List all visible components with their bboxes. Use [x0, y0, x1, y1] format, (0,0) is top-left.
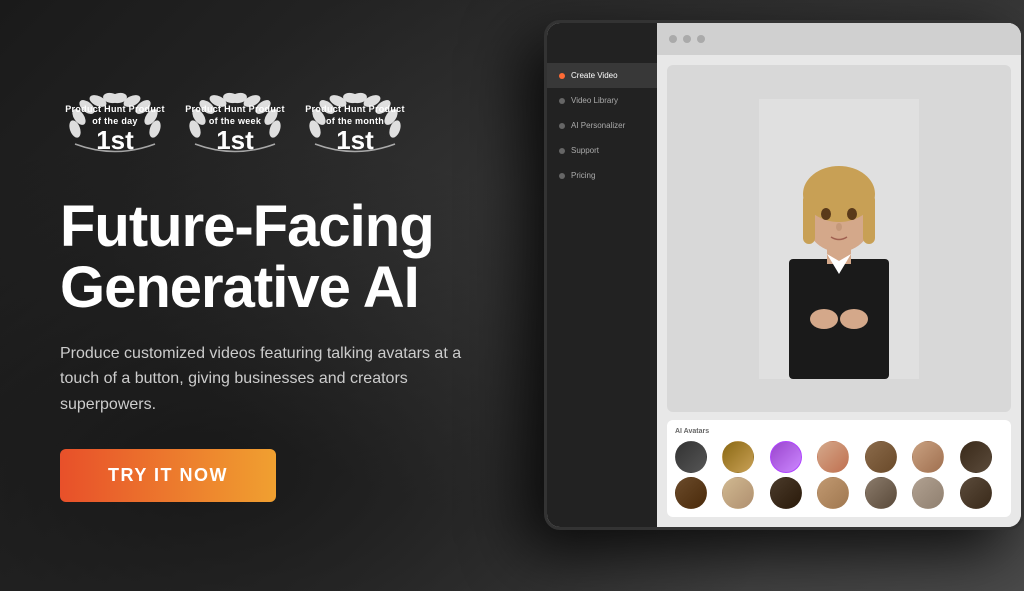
- badge-week-title: Product Hunt Product of the week: [185, 104, 285, 127]
- hero-subheadline: Produce customized videos featuring talk…: [60, 341, 500, 418]
- hero-section: Product Hunt Product of the day 1st: [0, 0, 1024, 591]
- badge-month-text: Product Hunt Product of the month 1st: [305, 104, 405, 153]
- avatar-thumb-6[interactable]: [912, 441, 944, 473]
- badge-day-rank: 1st: [65, 127, 165, 153]
- badge-month: Product Hunt Product of the month 1st: [300, 89, 410, 169]
- screen-inner: Create Video Video Library AI Personaliz…: [547, 23, 1021, 527]
- badge-day-text: Product Hunt Product of the day 1st: [65, 104, 165, 153]
- badge-week: Product Hunt Product of the week 1st: [180, 89, 290, 169]
- badge-week-text: Product Hunt Product of the week 1st: [185, 104, 285, 153]
- badge-month-rank: 1st: [305, 127, 405, 153]
- avatar-section-label: AI Avatars: [675, 428, 1003, 435]
- badge-day: Product Hunt Product of the day 1st: [60, 89, 170, 169]
- avatar-thumb-7[interactable]: [960, 441, 992, 473]
- app-mockup: Create Video Video Library AI Personaliz…: [524, 20, 1024, 580]
- avatar-grid[interactable]: [675, 441, 1003, 509]
- badge-week-rank: 1st: [185, 127, 285, 153]
- avatar-thumb-4[interactable]: [817, 441, 849, 473]
- top-bar-dot-3: [697, 35, 705, 43]
- laurel-wreath-day: Product Hunt Product of the day 1st: [65, 89, 165, 169]
- app-top-bar: [657, 23, 1021, 55]
- laurel-wreath-week: Product Hunt Product of the week 1st: [185, 89, 285, 169]
- badge-month-title: Product Hunt Product of the month: [305, 104, 405, 127]
- avatar-selection-panel: AI Avatars: [667, 420, 1011, 517]
- cta-button[interactable]: TRY IT NOW: [60, 449, 276, 502]
- avatar-display-area: [667, 65, 1011, 412]
- avatar-thumb-1[interactable]: [675, 441, 707, 473]
- headline-line2: Generative AI: [60, 255, 419, 320]
- avatar-thumb-14[interactable]: [960, 477, 992, 509]
- avatar-thumb-5[interactable]: [865, 441, 897, 473]
- top-bar-dot-2: [683, 35, 691, 43]
- app-content-area: AI Avatars: [657, 55, 1021, 527]
- avatar-thumb-3[interactable]: [770, 441, 802, 473]
- laptop-screen: Create Video Video Library AI Personaliz…: [524, 20, 1024, 560]
- laurel-wreath-month: Product Hunt Product of the month 1st: [305, 89, 405, 169]
- avatar-thumb-10[interactable]: [770, 477, 802, 509]
- left-content-panel: Product Hunt Product of the day 1st: [0, 49, 580, 543]
- avatar-thumb-12[interactable]: [865, 477, 897, 509]
- headline-line1: Future-Facing: [60, 194, 434, 259]
- avatar-thumb-9[interactable]: [722, 477, 754, 509]
- hero-headline: Future-Facing Generative AI: [60, 197, 520, 319]
- app-main-content: AI Avatars: [657, 23, 1021, 527]
- product-hunt-badges: Product Hunt Product of the day 1st: [60, 89, 520, 169]
- avatar-thumb-8[interactable]: [675, 477, 707, 509]
- avatar-thumb-13[interactable]: [912, 477, 944, 509]
- ai-avatar-svg: [759, 99, 919, 379]
- avatar-thumb-2[interactable]: [722, 441, 754, 473]
- top-bar-dot-1: [669, 35, 677, 43]
- laptop-bezel: Create Video Video Library AI Personaliz…: [544, 20, 1024, 530]
- avatar-thumb-11[interactable]: [817, 477, 849, 509]
- badge-day-title: Product Hunt Product of the day: [65, 104, 165, 127]
